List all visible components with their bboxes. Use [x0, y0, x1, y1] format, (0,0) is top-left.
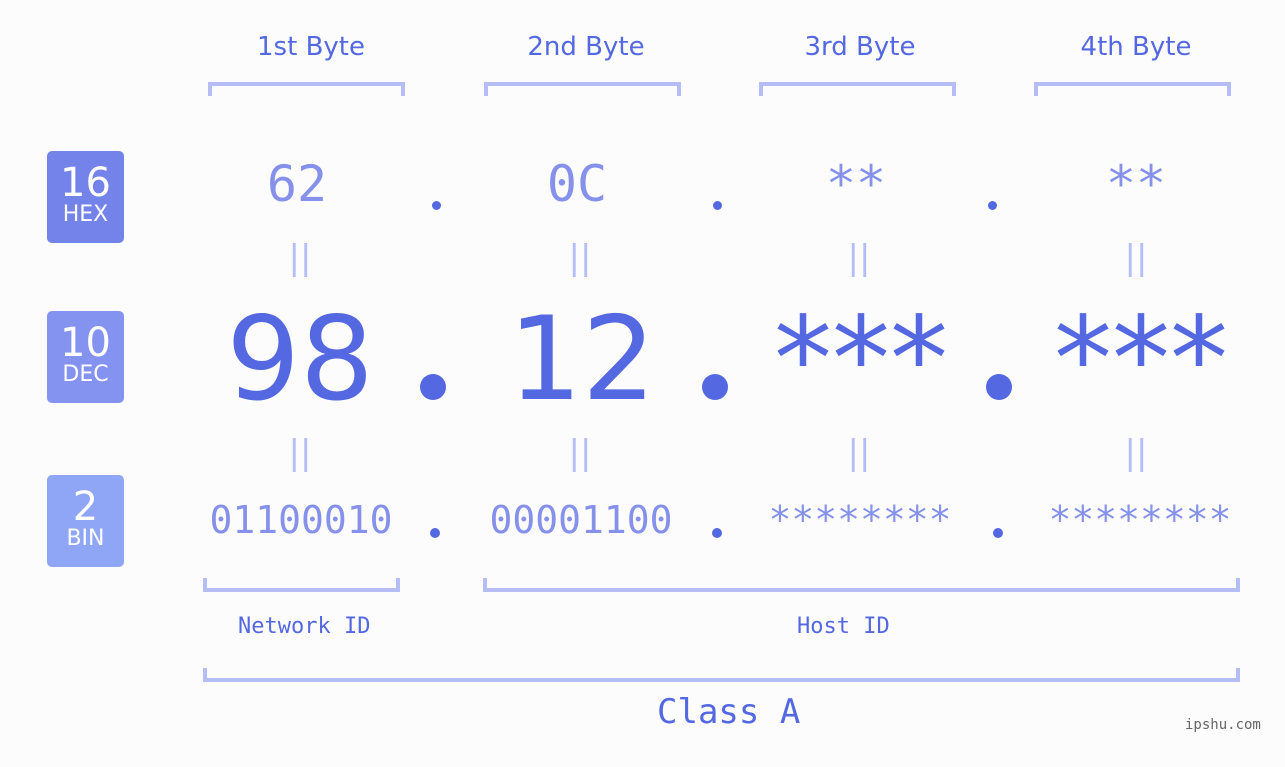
hex-value-4: **	[1105, 155, 1167, 213]
hex-badge-label: HEX	[62, 202, 109, 227]
dec-value-1: 98	[226, 292, 374, 427]
dec-value-2: 12	[508, 292, 656, 427]
hex-value-2: 0C	[546, 155, 608, 213]
bin-badge-number: 2	[72, 484, 99, 530]
bin-badge-label: BIN	[66, 526, 105, 551]
dec-badge-number: 10	[60, 320, 111, 366]
dec-value-3: ***	[774, 292, 948, 427]
equals-sign: ||	[847, 238, 871, 278]
bin-value-4: ********	[1048, 498, 1232, 542]
equals-sign: ||	[847, 433, 871, 473]
byte-header-2: 2nd Byte	[527, 32, 645, 62]
network-id-label: Network ID	[238, 614, 371, 639]
equals-sign: ||	[288, 433, 312, 473]
hex-value-1: 62	[266, 155, 328, 213]
hex-separator-dot-3	[988, 201, 997, 210]
hex-badge: 16 HEX	[47, 151, 124, 243]
byte-header-3: 3rd Byte	[804, 32, 916, 62]
dec-separator-dot-3	[986, 374, 1012, 400]
bin-separator-dot-1	[430, 528, 440, 538]
host-id-bracket	[483, 578, 1240, 592]
byte-bracket-2	[484, 82, 681, 96]
byte-bracket-3	[759, 82, 956, 96]
hex-separator-dot-1	[432, 201, 441, 210]
bin-value-2: 00001100	[489, 498, 673, 542]
dec-value-4: ***	[1054, 292, 1228, 427]
network-id-bracket	[203, 578, 400, 592]
host-id-label: Host ID	[797, 614, 890, 639]
equals-sign: ||	[568, 238, 592, 278]
equals-sign: ||	[1124, 433, 1148, 473]
equals-sign: ||	[1124, 238, 1148, 278]
byte-header-4: 4th Byte	[1080, 32, 1192, 62]
hex-separator-dot-2	[713, 201, 722, 210]
class-bracket	[203, 668, 1240, 682]
dec-badge-label: DEC	[62, 362, 109, 387]
bin-separator-dot-3	[993, 528, 1003, 538]
bin-value-1: 01100010	[209, 498, 393, 542]
byte-header-1: 1st Byte	[257, 32, 365, 62]
hex-badge-number: 16	[60, 160, 111, 206]
bin-value-3: ********	[768, 498, 952, 542]
dec-separator-dot-1	[420, 374, 446, 400]
byte-bracket-4	[1034, 82, 1231, 96]
dec-badge: 10 DEC	[47, 311, 124, 403]
bin-badge: 2 BIN	[47, 475, 124, 567]
dec-separator-dot-2	[702, 374, 728, 400]
equals-sign: ||	[288, 238, 312, 278]
byte-bracket-1	[208, 82, 405, 96]
bin-separator-dot-2	[712, 528, 722, 538]
class-label: Class A	[657, 692, 801, 732]
equals-sign: ||	[568, 433, 592, 473]
watermark: ipshu.com	[1185, 717, 1261, 733]
hex-value-3: **	[825, 155, 887, 213]
